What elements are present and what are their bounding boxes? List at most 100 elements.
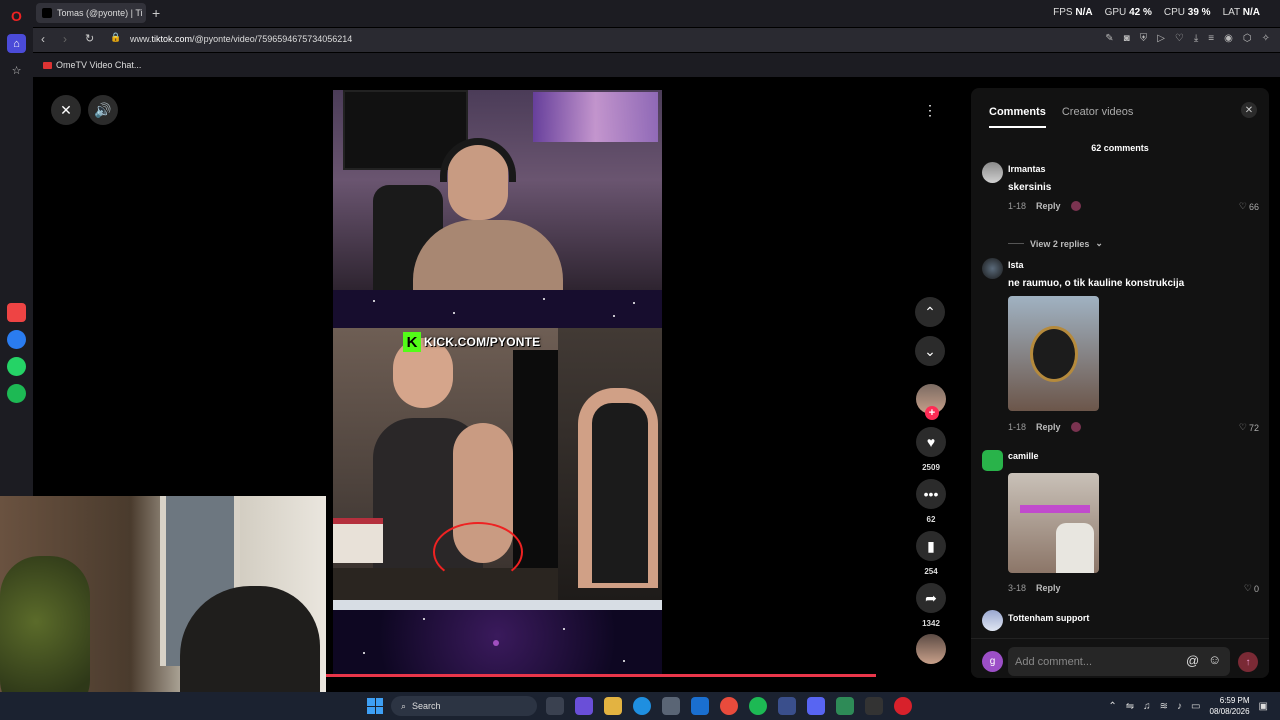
comment-action[interactable]: ••• 62: [915, 479, 947, 524]
play-icon[interactable]: ▷: [1157, 33, 1165, 44]
back-icon[interactable]: ‹: [41, 32, 45, 46]
messenger-icon[interactable]: [7, 330, 26, 349]
cake: [333, 518, 383, 563]
creator-liked-icon: [1070, 201, 1081, 211]
view-replies-button[interactable]: View 2 replies ⌄: [1008, 238, 1103, 249]
video-progress-bar[interactable]: [325, 674, 876, 677]
comment-username[interactable]: Tottenham support: [1008, 613, 1089, 623]
star-icon[interactable]: ☆: [7, 61, 26, 80]
app-icon[interactable]: [865, 697, 883, 715]
reply-button[interactable]: Reply: [1036, 201, 1061, 211]
wall-poster: [533, 92, 658, 142]
lat-stat: LAT N/A: [1222, 7, 1260, 18]
avatar[interactable]: [982, 450, 1003, 471]
comment-like[interactable]: ♡ 0: [1244, 583, 1259, 594]
mention-icon[interactable]: @: [1186, 653, 1199, 668]
opera-logo-icon[interactable]: O: [7, 6, 26, 25]
edit-icon[interactable]: ✎: [1105, 33, 1113, 44]
opera-icon[interactable]: [894, 697, 912, 715]
home-icon[interactable]: ⌂: [7, 34, 26, 53]
camera-icon[interactable]: ◙: [1124, 33, 1130, 44]
chevron-up-icon[interactable]: ⌃: [1108, 701, 1116, 712]
volume-icon[interactable]: 🔊: [88, 95, 118, 125]
tab-comments[interactable]: Comments: [989, 106, 1046, 128]
reply-button[interactable]: Reply: [1036, 422, 1061, 432]
more-options-icon[interactable]: ⋮: [915, 95, 945, 125]
reload-icon[interactable]: ↻: [85, 32, 94, 45]
app-icon[interactable]: [778, 697, 796, 715]
notification-icon[interactable]: ▣: [1259, 701, 1268, 712]
battery-icon[interactable]: ▭: [1191, 701, 1200, 712]
speaker-icon[interactable]: ♪: [1177, 701, 1182, 712]
chevron-down-icon[interactable]: ⌄: [915, 336, 945, 366]
chevron-up-icon[interactable]: ⌃: [915, 297, 945, 327]
bookmark-ometv[interactable]: OmeTV Video Chat...: [43, 60, 141, 70]
shield-icon[interactable]: ⛨: [1140, 33, 1148, 44]
ai-icon[interactable]: ✧: [1262, 33, 1270, 44]
tab-tiktok[interactable]: Tomas (@pyonte) | Ti: [36, 3, 146, 23]
heart-icon[interactable]: ♥: [916, 427, 946, 457]
wifi-icon[interactable]: ≋: [1160, 701, 1168, 712]
copilot-icon[interactable]: [575, 697, 593, 715]
follow-plus-icon[interactable]: +: [925, 406, 939, 420]
panel-tabs: Comments Creator videos: [989, 106, 1133, 128]
comment-username[interactable]: Irmantas: [1008, 164, 1046, 174]
profile-icon[interactable]: ◉: [1224, 33, 1233, 44]
share-icon[interactable]: ➦: [916, 583, 946, 613]
gmail-icon[interactable]: [7, 303, 26, 322]
save-action[interactable]: ▮ 254: [915, 531, 947, 576]
extensions-icon[interactable]: ⬡: [1243, 33, 1252, 44]
clock[interactable]: 6:59 PM 08/08/2026: [1210, 695, 1250, 717]
spotify-icon[interactable]: [7, 384, 26, 403]
url-field[interactable]: www.tiktok.com/@pyonte/video/75965946757…: [130, 34, 352, 44]
new-tab-button[interactable]: +: [152, 5, 160, 21]
forward-icon[interactable]: ›: [63, 32, 67, 46]
comment-like[interactable]: ♡ 72: [1239, 422, 1259, 433]
cpu-stat: CPU 39 %: [1163, 7, 1211, 18]
like-action[interactable]: ♥ 2509: [915, 427, 947, 472]
network-icon[interactable]: ⇋: [1126, 701, 1134, 712]
tab-creator-videos[interactable]: Creator videos: [1062, 106, 1134, 128]
comment-username[interactable]: Ista: [1008, 260, 1024, 270]
current-user-avatar: g: [982, 651, 1003, 672]
taskbar-search[interactable]: ⌕ Search: [391, 696, 537, 716]
comment-count-label: 62: [926, 515, 936, 524]
task-view-icon[interactable]: [546, 697, 564, 715]
outlook-icon[interactable]: [691, 697, 709, 715]
comment-image[interactable]: [1008, 473, 1099, 573]
sound-avatar[interactable]: [916, 634, 946, 664]
reply-button[interactable]: Reply: [1036, 583, 1061, 593]
close-icon[interactable]: ✕: [51, 95, 81, 125]
app-icon[interactable]: [836, 697, 854, 715]
file-explorer-icon[interactable]: [604, 697, 622, 715]
comment-username[interactable]: camille: [1008, 451, 1039, 461]
starfield: [333, 290, 662, 328]
system-tray: ⌃ ⇋ ♫ ≋ ♪ ▭ 6:59 PM 08/08/2026 ▣: [1108, 695, 1268, 717]
close-icon[interactable]: ✕: [1241, 102, 1257, 118]
stream-scene-top: [333, 90, 662, 300]
video-player[interactable]: K KICK.COM/PYONTE: [333, 90, 662, 675]
avatar[interactable]: [982, 162, 1003, 183]
emoji-icon[interactable]: ☺: [1208, 652, 1221, 667]
avatar[interactable]: [982, 610, 1003, 631]
whatsapp-icon[interactable]: [7, 357, 26, 376]
store-icon[interactable]: [662, 697, 680, 715]
heart-icon[interactable]: ♡: [1175, 33, 1184, 44]
share-action[interactable]: ➦ 1342: [915, 583, 947, 628]
avatar[interactable]: [982, 258, 1003, 279]
microphone-icon[interactable]: ♫: [1143, 701, 1151, 712]
comment-meta: 3-18 Reply: [1008, 583, 1061, 593]
discord-icon[interactable]: [807, 697, 825, 715]
download-icon[interactable]: ⤓: [1194, 33, 1198, 44]
windows-start-icon[interactable]: [367, 698, 383, 714]
send-button[interactable]: ↑: [1238, 652, 1258, 672]
menu-icon[interactable]: ≡: [1208, 33, 1214, 44]
comment-image[interactable]: [1008, 296, 1099, 411]
spotify-icon[interactable]: [749, 697, 767, 715]
comment-like[interactable]: ♡ 66: [1239, 201, 1259, 212]
video-chat-icon: [43, 61, 52, 69]
edge-icon[interactable]: [633, 697, 651, 715]
comment-bubble-icon[interactable]: •••: [916, 479, 946, 509]
bookmark-icon[interactable]: ▮: [916, 531, 946, 561]
chrome-icon[interactable]: [720, 697, 738, 715]
